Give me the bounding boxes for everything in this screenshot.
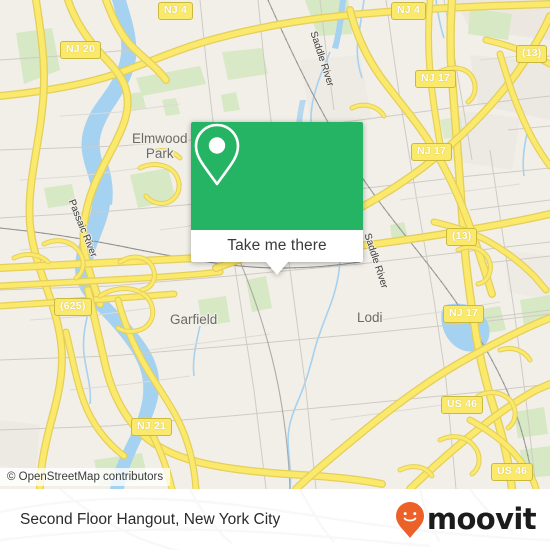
moovit-wordmark: moovit [426,502,537,536]
popup-tail [266,262,288,275]
highway-shield: (13) [446,228,478,246]
map-canvas[interactable]: .mwater { fill:#a5d2f0; } .mgreen { fill… [0,0,550,489]
moovit-pin-icon [395,501,424,538]
highway-shield: NJ 4 [158,2,193,20]
highway-shield: NJ 20 [60,41,102,59]
footer-bar: Second Floor Hangout, New York City moov… [0,489,550,550]
popup-header [191,122,363,230]
highway-shield: NJ 4 [391,2,426,20]
highway-shield: (625) [54,298,92,316]
osm-attribution[interactable]: © OpenStreetMap contributors [0,468,171,486]
highway-shield: NJ 21 [131,418,173,436]
highway-shield: NJ 17 [411,143,453,161]
highway-shield: US 46 [491,463,534,481]
highway-shield: NJ 17 [443,305,485,323]
take-me-there-label: Take me there [227,237,327,254]
place-label: Elmwood Park [132,131,188,161]
page-title: Second Floor Hangout, New York City [20,510,281,528]
place-label: Garfield [170,312,218,327]
map-pin-icon [194,123,240,186]
moovit-map-page: .mwater { fill:#a5d2f0; } .mgreen { fill… [0,0,550,550]
place-label: Lodi [357,310,383,325]
highway-shield: (13) [516,45,548,63]
location-popup[interactable]: Take me there [191,122,363,275]
popup-action[interactable]: Take me there [191,230,363,262]
moovit-logo[interactable]: moovit [395,501,537,539]
highway-shield: NJ 17 [415,70,457,88]
highway-shield: US 46 [441,396,484,414]
